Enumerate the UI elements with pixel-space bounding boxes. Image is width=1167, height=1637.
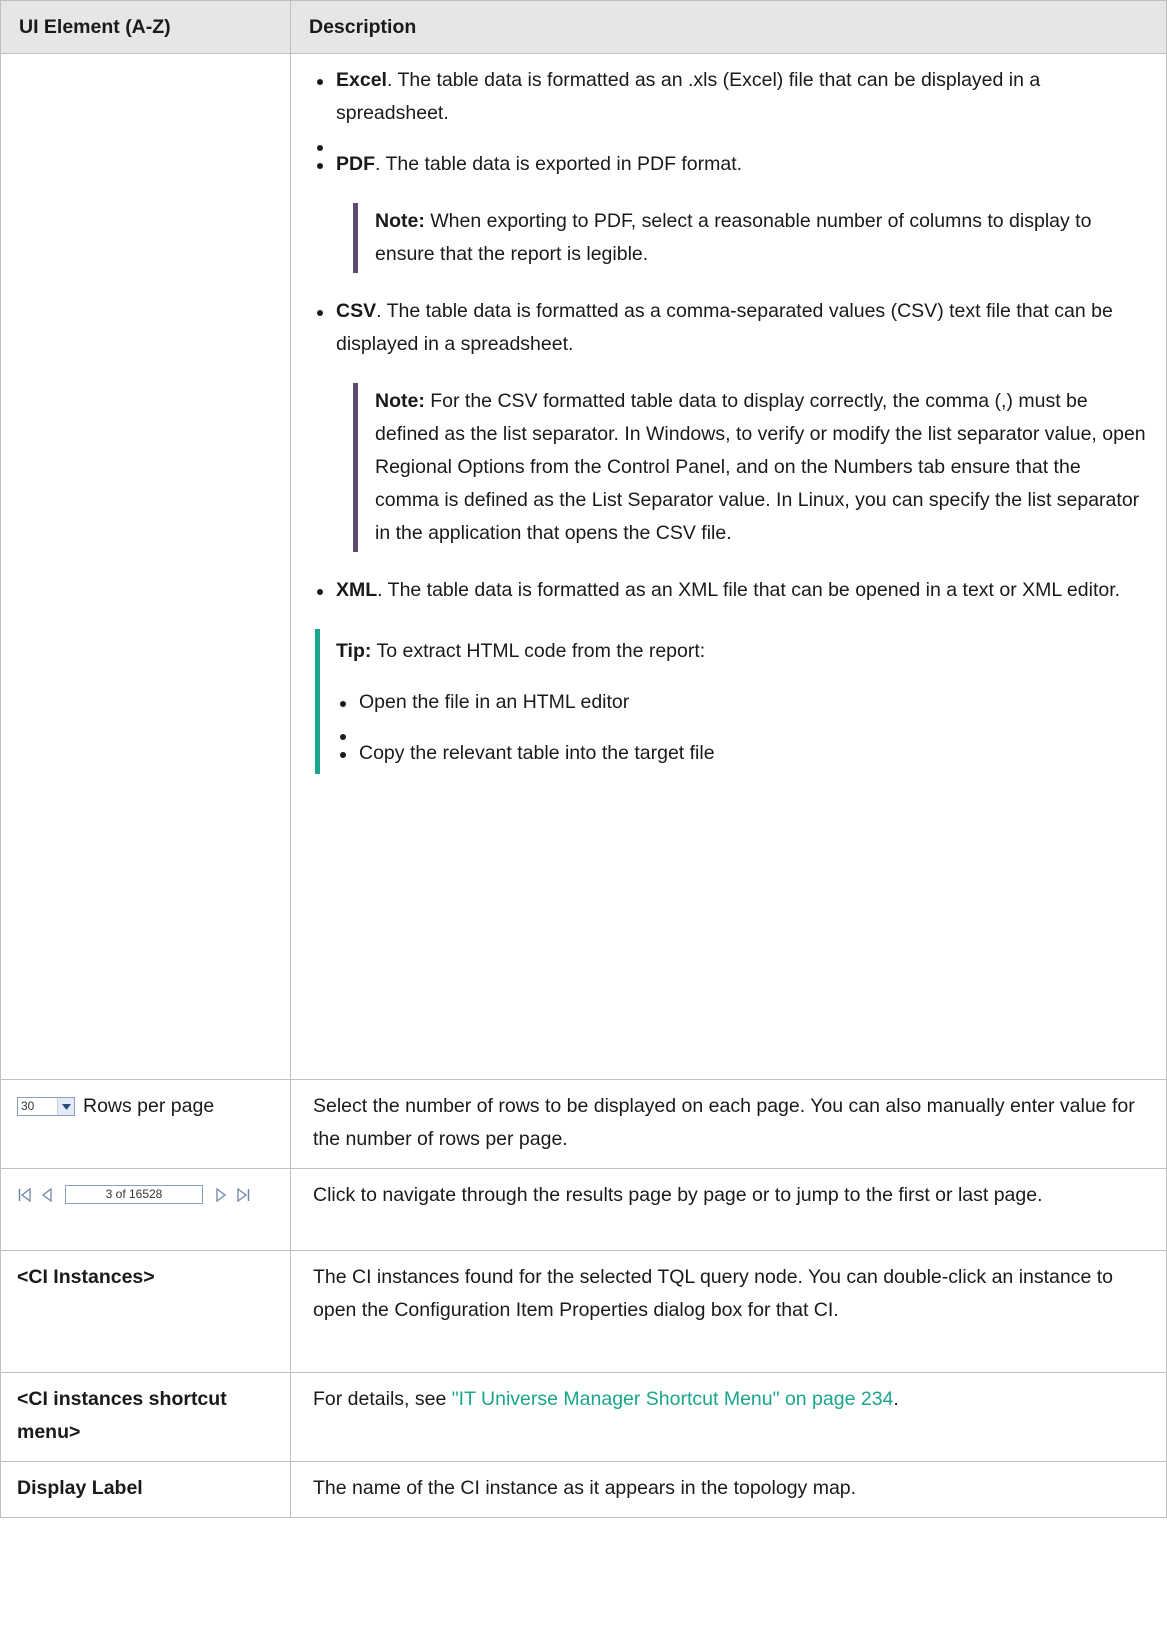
note-label: Note:	[375, 390, 425, 412]
format-name-xml: XML	[336, 579, 378, 601]
first-page-icon[interactable]	[17, 1187, 33, 1203]
ci-instances-label: <CI Instances>	[0, 1250, 291, 1373]
last-page-icon[interactable]	[235, 1187, 251, 1203]
list-item-pdf: PDF. The table data is exported in PDF f…	[313, 148, 1148, 181]
previous-page-icon[interactable]	[39, 1187, 55, 1203]
format-text-xml: . The table data is formatted as an XML …	[377, 579, 1121, 601]
tip-text: To extract HTML code from the report:	[371, 640, 706, 662]
ci-shortcut-suffix: .	[893, 1388, 899, 1410]
dropdown-arrow-icon	[57, 1098, 74, 1115]
rows-per-page-control: 30 Rows per page	[17, 1090, 272, 1123]
pager-element: 3 of 16528	[0, 1168, 291, 1251]
csv-note: Note: For the CSV formatted table data t…	[353, 383, 1148, 552]
column-header-ui-element: UI Element (A-Z)	[0, 0, 291, 54]
rows-per-page-select[interactable]: 30	[17, 1097, 75, 1116]
note-label: Note:	[375, 210, 425, 232]
list-item-xml: XML. The table data is formatted as an X…	[313, 574, 1148, 607]
format-text-pdf: . The table data is exported in PDF form…	[375, 153, 743, 175]
tip-step: Open the file in an HTML editor	[336, 686, 1148, 719]
export-formats-description: Excel. The table data is formatted as an…	[290, 53, 1167, 1080]
pager-control: 3 of 16528	[17, 1185, 272, 1204]
note-text: For the CSV formatted table data to disp…	[375, 390, 1146, 544]
rows-per-page-description: Select the number of rows to be displaye…	[290, 1079, 1167, 1169]
ci-shortcut-prefix: For details, see	[313, 1388, 452, 1410]
table-row-display-label: Display Label The name of the CI instanc…	[0, 1461, 1167, 1518]
table-row-ci-instances: <CI Instances> The CI instances found fo…	[0, 1250, 1167, 1373]
tip-steps: Open the file in an HTML editor Copy the…	[336, 686, 1148, 770]
ci-shortcut-description: For details, see "IT Universe Manager Sh…	[290, 1372, 1167, 1462]
display-label-label: Display Label	[0, 1461, 291, 1518]
export-format-list-3: XML. The table data is formatted as an X…	[313, 574, 1148, 607]
format-name-excel: Excel	[336, 69, 387, 91]
format-name-pdf: PDF	[336, 153, 375, 175]
empty-element-cell	[0, 53, 291, 1080]
list-item-csv: CSV. The table data is formatted as a co…	[313, 295, 1148, 361]
shortcut-menu-link[interactable]: "IT Universe Manager Shortcut Menu" on p…	[452, 1388, 894, 1410]
pager-description: Click to navigate through the results pa…	[290, 1168, 1167, 1251]
ci-instances-description: The CI instances found for the selected …	[290, 1250, 1167, 1373]
table-row-rows-per-page: 30 Rows per page Select the number of ro…	[0, 1079, 1167, 1169]
display-label-description: The name of the CI instance as it appear…	[290, 1461, 1167, 1518]
note-text: When exporting to PDF, select a reasonab…	[375, 210, 1092, 265]
export-format-list-2: CSV. The table data is formatted as a co…	[313, 295, 1148, 361]
rows-per-page-value: 30	[21, 1099, 35, 1113]
table-row-ci-shortcut-menu: <CI instances shortcut menu> For details…	[0, 1372, 1167, 1462]
pdf-note: Note: When exporting to PDF, select a re…	[353, 203, 1148, 273]
format-name-csv: CSV	[336, 300, 377, 322]
list-item-excel: Excel. The table data is formatted as an…	[313, 64, 1148, 130]
ci-shortcut-label: <CI instances shortcut menu>	[0, 1372, 291, 1462]
table-row-export-formats: Excel. The table data is formatted as an…	[0, 53, 1167, 1080]
column-header-description: Description	[290, 0, 1167, 54]
tip-step: Copy the relevant table into the target …	[336, 737, 1148, 770]
format-text-excel: . The table data is formatted as an .xls…	[336, 69, 1041, 124]
tip-box: Tip: To extract HTML code from the repor…	[315, 629, 1148, 774]
tip-paragraph: Tip: To extract HTML code from the repor…	[336, 635, 1148, 668]
ui-element-table: UI Element (A-Z) Description Excel. The …	[0, 0, 1167, 1518]
tip-label: Tip:	[336, 640, 372, 662]
format-text-csv: . The table data is formatted as a comma…	[336, 300, 1113, 355]
rows-per-page-element: 30 Rows per page	[0, 1079, 291, 1169]
next-page-icon[interactable]	[213, 1187, 229, 1203]
page-number-field[interactable]: 3 of 16528	[65, 1185, 203, 1204]
rows-per-page-label: Rows per page	[83, 1095, 215, 1117]
table-row-pager: 3 of 16528 Click to navigate through the…	[0, 1168, 1167, 1251]
table-header-row: UI Element (A-Z) Description	[0, 0, 1167, 54]
export-format-list: Excel. The table data is formatted as an…	[313, 64, 1148, 181]
